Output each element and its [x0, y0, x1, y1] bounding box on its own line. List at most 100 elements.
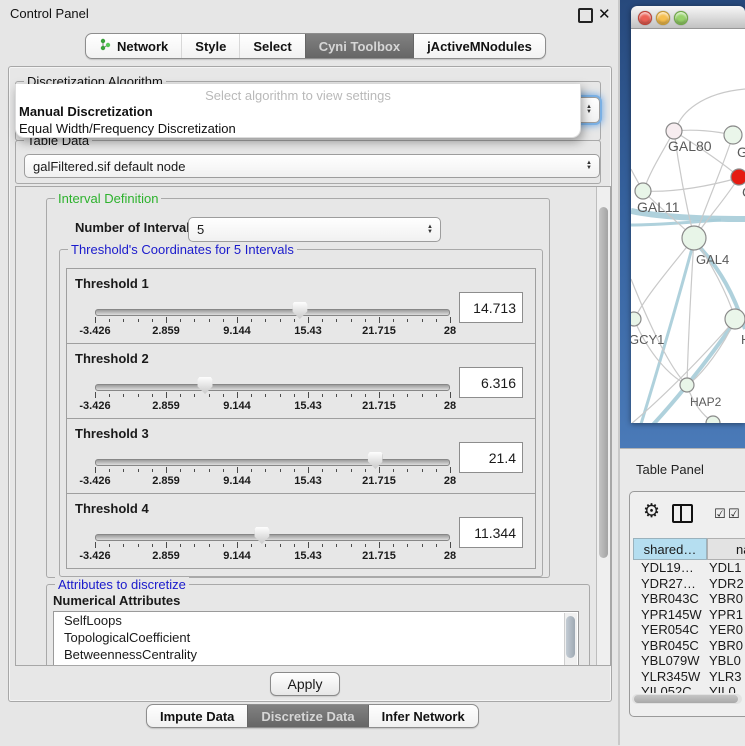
table-horizontal-scrollbar[interactable]: [632, 694, 742, 704]
number-of-intervals-combobox[interactable]: 5 ▲▼: [188, 217, 441, 242]
tab-select[interactable]: Select: [239, 34, 304, 58]
tab-cyni-toolbox[interactable]: Cyni Toolbox: [305, 34, 413, 58]
table-row[interactable]: YBR045CYBR0: [630, 638, 745, 654]
table-row[interactable]: YIL052CYIL0: [630, 684, 745, 693]
network-node-gal80[interactable]: [666, 123, 682, 139]
close-icon[interactable]: ✕: [598, 5, 611, 23]
network-canvas[interactable]: GAL80GACGAL11GAL4GCY1HHAP2: [631, 29, 745, 423]
bottom-tab-infer-network[interactable]: Infer Network: [368, 705, 478, 727]
network-node[interactable]: [706, 416, 720, 423]
tick-mark: [123, 469, 124, 472]
scrollbar-thumb[interactable]: [634, 695, 738, 703]
column-header-shared[interactable]: shared…: [633, 538, 707, 560]
scrollbar-thumb[interactable]: [566, 616, 575, 658]
network-window-titlebar[interactable]: [631, 6, 745, 29]
table-row[interactable]: YBL079WYBL0: [630, 653, 745, 669]
popup-item-equal-width-frequency-discretization[interactable]: Equal Width/Frequency Discretization: [16, 120, 580, 137]
list-item[interactable]: TopologicalCoefficient: [54, 629, 578, 646]
zoom-light[interactable]: [674, 11, 688, 25]
gear-icon[interactable]: ⚙: [643, 500, 660, 523]
group-title-interval-definition: Interval Definition: [55, 191, 161, 206]
network-edge[interactable]: [643, 178, 738, 191]
table-row[interactable]: YDL19…YDL1: [630, 560, 745, 576]
cell-shared-name: YBR043C: [641, 591, 699, 606]
tab-label: Impute Data: [160, 709, 234, 724]
slider-track[interactable]: [95, 384, 450, 391]
slider-track[interactable]: [95, 534, 450, 541]
list-item[interactable]: SelfLoops: [54, 612, 578, 629]
threshold-value[interactable]: 6.316: [459, 367, 523, 398]
node-label: GAL80: [668, 138, 712, 154]
network-edge[interactable]: [676, 89, 745, 129]
slider-thumb[interactable]: [254, 527, 269, 544]
network-node-gal4[interactable]: [682, 226, 706, 250]
tab-jactivemnodules[interactable]: jActiveMNodules: [413, 34, 545, 58]
tab-network[interactable]: Network: [86, 34, 181, 58]
table-row[interactable]: YPR145WYPR1: [630, 607, 745, 623]
list-scrollbar[interactable]: [564, 613, 577, 666]
cell-name: YER0: [709, 622, 743, 637]
numerical-attributes-list[interactable]: SelfLoopsTopologicalCoefficientBetweenne…: [53, 611, 579, 666]
network-node-h[interactable]: [725, 309, 745, 329]
threshold-value[interactable]: 14.713: [459, 292, 523, 323]
tick-mark: [308, 542, 309, 548]
tick-mark: [393, 394, 394, 397]
scrollbar-thumb[interactable]: [599, 207, 608, 558]
threshold-value[interactable]: 21.4: [459, 442, 523, 473]
popup-item-manual-discretization[interactable]: Manual Discretization: [16, 103, 580, 120]
tick-mark: [237, 542, 238, 548]
checked-checkbox-icon[interactable]: ☑: [714, 506, 726, 522]
split-columns-icon[interactable]: [672, 504, 693, 523]
bottom-tab-impute-data[interactable]: Impute Data: [147, 705, 247, 727]
tick-mark: [322, 394, 323, 397]
minimize-light[interactable]: [656, 11, 670, 25]
slider-thumb[interactable]: [198, 377, 213, 394]
network-view-window: GAL80GACGAL11GAL4GCY1HHAP2: [631, 6, 745, 423]
table-data-combobox[interactable]: galFiltered.sif default node ▲▼: [24, 154, 600, 178]
tick-mark: [379, 467, 380, 473]
tick-mark: [265, 544, 266, 547]
slider-track[interactable]: [95, 309, 450, 316]
tab-style[interactable]: Style: [181, 34, 239, 58]
tick-mark: [265, 469, 266, 472]
network-node-gal11[interactable]: [635, 183, 651, 199]
tick-mark: [194, 394, 195, 397]
slider[interactable]: -3.4262.8599.14415.4321.71528: [95, 384, 450, 414]
network-node-gcy1[interactable]: [631, 312, 641, 326]
cell-name: YDL1: [709, 560, 742, 575]
slider[interactable]: -3.4262.8599.14415.4321.71528: [95, 534, 450, 564]
slider[interactable]: -3.4262.8599.14415.4321.71528: [95, 459, 450, 489]
network-node-c[interactable]: [731, 169, 745, 185]
network-edge[interactable]: [674, 130, 732, 135]
tick-mark: [365, 469, 366, 472]
float-window-icon[interactable]: [578, 8, 593, 23]
table-row[interactable]: YER054CYER0: [630, 622, 745, 638]
panel-scrollbar[interactable]: [596, 187, 610, 665]
slider-thumb[interactable]: [292, 302, 307, 319]
slider-track[interactable]: [95, 459, 450, 466]
tick-mark: [152, 394, 153, 397]
network-node-hap2[interactable]: [680, 378, 694, 392]
tick-label: 28: [444, 550, 456, 562]
table-row[interactable]: YBR043CYBR0: [630, 591, 745, 607]
panel-title: Control Panel: [10, 6, 89, 21]
tick-mark: [109, 319, 110, 322]
apply-button[interactable]: Apply: [270, 672, 340, 696]
tick-mark: [407, 469, 408, 472]
threshold-panel: Threshold 2-3.4262.8599.14415.4321.71528…: [66, 343, 536, 419]
table-row[interactable]: YDR27…YDR2: [630, 576, 745, 592]
table-row[interactable]: YLR345WYLR3: [630, 669, 745, 685]
tick-mark: [294, 469, 295, 472]
list-item[interactable]: BetweennessCentrality: [54, 646, 578, 663]
tick-label: 21.715: [362, 325, 396, 337]
column-header-name[interactable]: na: [707, 538, 745, 560]
close-light[interactable]: [638, 11, 652, 25]
slider[interactable]: -3.4262.8599.14415.4321.71528: [95, 309, 450, 339]
tick-mark: [450, 542, 451, 548]
checked-checkbox-icon[interactable]: ☑: [728, 506, 740, 522]
network-node-ga[interactable]: [724, 126, 742, 144]
bottom-tab-discretize-data[interactable]: Discretize Data: [247, 705, 367, 727]
threshold-value[interactable]: 11.344: [459, 517, 523, 548]
slider-thumb[interactable]: [368, 452, 383, 469]
tick-label: 9.144: [223, 475, 251, 487]
